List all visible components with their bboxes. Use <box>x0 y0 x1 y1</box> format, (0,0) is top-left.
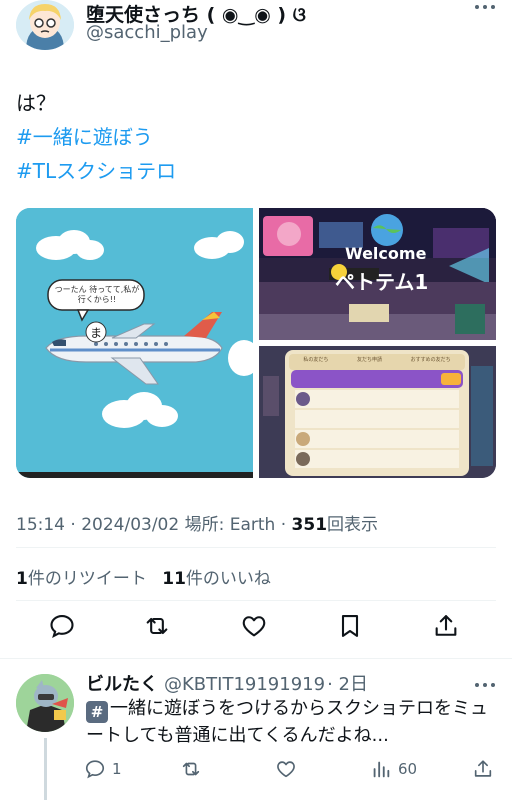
speech-bubble-line: 行くから!! <box>77 295 117 304</box>
views-icon <box>373 761 390 778</box>
reply-text: # 一緒に遊ぼうをつけるからスクショテロをミュートしても普通に出てくるんだよね..… <box>86 696 496 749</box>
heart-icon <box>277 761 295 778</box>
reply-author-avatar[interactable] <box>16 674 74 732</box>
views-count: 351 <box>291 515 328 535</box>
reply-views-count: 60 <box>398 760 418 778</box>
friends-tab: おすすめの友だち <box>410 357 451 363</box>
tweet-action-bar <box>0 612 512 648</box>
reply-tweet[interactable]: ビルたく @KBTIT19191919 · 2日 # 一緒に遊ぼうをつけるからスクショ… <box>0 660 512 800</box>
media-image-airplane[interactable]: ま つーたん 待ってて,私が 行くから!! <box>16 208 260 478</box>
tweet-header: 堕天使さっち ( ◉‿◉ ) ଓ @sacchi_play <box>16 0 496 58</box>
reply-button[interactable] <box>48 612 80 644</box>
retweets-stat[interactable]: 1件のリツイート <box>16 569 147 589</box>
friends-tab: 友だち申請 <box>356 357 382 363</box>
share-button[interactable] <box>432 612 464 644</box>
media-grid: ま つーたん 待ってて,私が 行くから!! Welcome ペトテム1 私の友だ… <box>16 208 496 478</box>
hashtag-link[interactable]: #一緒に遊ぼう <box>16 120 176 154</box>
divider <box>16 600 496 601</box>
retweet-icon <box>182 762 200 776</box>
reply-header: ビルたく @KBTIT19191919 · 2日 <box>86 670 368 696</box>
author-handle[interactable]: @sacchi_play <box>86 22 208 43</box>
reply-like-button[interactable] <box>275 756 303 782</box>
reply-author-handle[interactable]: @KBTIT19191919 <box>164 674 325 695</box>
likes-count: 11 <box>162 569 186 589</box>
svg-text:ま: ま <box>90 326 102 340</box>
friends-tab: 私の友だち <box>303 357 329 363</box>
speech-bubble-line: つーたん 待ってて,私が <box>54 285 140 294</box>
retweets-count: 1 <box>16 569 28 589</box>
welcome-text: Welcome <box>345 244 427 263</box>
bookmark-button[interactable] <box>336 612 368 644</box>
like-button[interactable] <box>240 612 272 644</box>
bookmark-icon <box>341 615 359 637</box>
reply-icon <box>85 760 105 779</box>
divider <box>0 658 512 659</box>
heart-icon <box>242 616 266 637</box>
media-image-welcome[interactable]: Welcome ペトテム1 <box>259 208 496 340</box>
divider <box>16 547 496 548</box>
retweet-button[interactable] <box>143 612 175 644</box>
reply-share-button[interactable] <box>472 756 500 782</box>
retweet-icon <box>146 617 168 635</box>
media-image-friends[interactable]: 私の友だち 友だち申請 おすすめの友だち <box>259 346 496 478</box>
reply-time[interactable]: · 2日 <box>327 674 368 695</box>
likes-stat[interactable]: 11件のいいね <box>162 569 271 589</box>
friends-tabs: 私の友だち 友だち申請 おすすめの友だち <box>289 356 465 363</box>
reply-reply-button[interactable]: 1 <box>84 756 122 782</box>
retweets-label: 件のリツイート <box>27 569 147 589</box>
tweet-location: 場所: Earth · <box>184 515 292 535</box>
speech-bubble-text: つーたん 待ってて,私が 行くから!! <box>52 285 142 305</box>
more-icon[interactable] <box>474 2 496 12</box>
hashtag-link[interactable]: #TLスクショテロ <box>16 154 176 188</box>
keycap-hash-emoji: # <box>86 701 108 723</box>
tweet-time[interactable]: 15:14 · 2024/03/02 <box>16 515 185 535</box>
tweet-stats: 1件のリツイート 11件のいいね <box>16 564 271 589</box>
tweet-text: は？ #一緒に遊ぼう #TLスクショテロ <box>16 86 176 188</box>
reply-author-name[interactable]: ビルたく <box>86 674 158 695</box>
game-title-text: ペトテム1 <box>335 270 429 294</box>
likes-label: 件のいいね <box>185 569 271 589</box>
reply-views-button[interactable]: 60 <box>370 756 417 782</box>
more-icon[interactable] <box>474 680 496 690</box>
tweet-text-line: は？ <box>16 91 56 115</box>
share-icon <box>474 760 492 777</box>
tweet-meta: 15:14 · 2024/03/02 場所: Earth · 351回表示 <box>16 510 378 535</box>
reply-retweet-button[interactable] <box>180 756 208 782</box>
reply-count: 1 <box>112 760 122 778</box>
views-label: 回表示 <box>327 515 379 535</box>
share-icon <box>435 615 457 636</box>
reply-text-body: 一緒に遊ぼうをつけるからスクショテロをミュートしても普通に出てくるんだよね... <box>86 698 488 746</box>
reply-action-bar: 1 60 <box>0 756 512 784</box>
author-avatar[interactable] <box>16 0 74 50</box>
reply-icon <box>50 615 74 638</box>
